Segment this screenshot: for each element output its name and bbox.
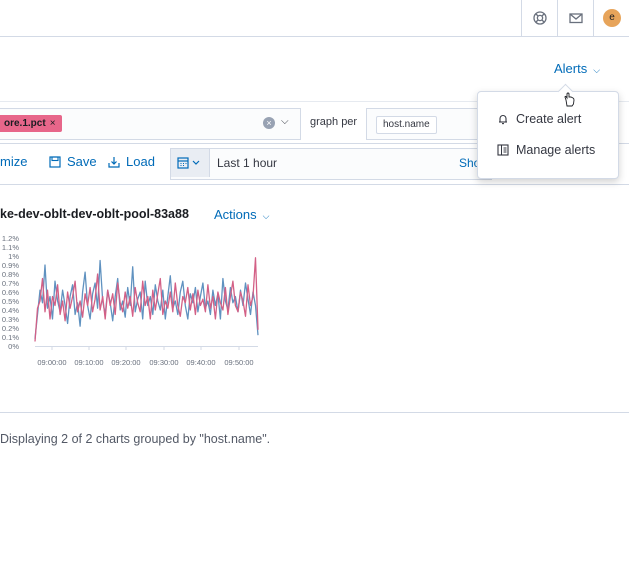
save-label: Save: [67, 154, 97, 169]
save-button[interactable]: Save: [49, 154, 97, 169]
divider: [0, 184, 629, 185]
y-tick-label: 0.9%: [2, 261, 19, 270]
create-alert-item[interactable]: Create alert: [497, 112, 581, 126]
y-tick-label: 0.8%: [2, 270, 19, 279]
y-tick-label: 0.1%: [2, 333, 19, 342]
avatar[interactable]: e: [603, 9, 621, 27]
y-tick-label: 0%: [8, 342, 19, 351]
y-tick-label: 1.2%: [2, 234, 19, 243]
y-tick-label: 0.3%: [2, 315, 19, 324]
help-icon[interactable]: [533, 11, 547, 25]
x-tick-label: 09:10:00: [74, 358, 103, 367]
save-icon: [49, 156, 61, 168]
x-tick-label: 09:30:00: [149, 358, 178, 367]
x-tick-label: 09:40:00: [186, 358, 215, 367]
create-alert-label: Create alert: [516, 112, 582, 126]
y-tick-label: 0.4%: [2, 306, 19, 315]
y-tick-label: 0.2%: [2, 324, 19, 333]
list-icon: [497, 144, 509, 156]
calendar-icon: [177, 157, 200, 169]
chart-count-text: Displaying 2 of 2 charts grouped by "hos…: [0, 432, 271, 446]
alerts-button[interactable]: Alerts ⌵: [554, 61, 600, 76]
actions-label: Actions: [214, 207, 257, 222]
manage-alerts-label: Manage alerts: [516, 143, 596, 157]
y-tick-label: 1.1%: [2, 243, 19, 252]
metric-pill[interactable]: ore.1.pct ×: [0, 115, 62, 132]
actions-button[interactable]: Actions ⌵: [214, 207, 269, 222]
date-range[interactable]: Last 1 hour: [217, 156, 277, 170]
manage-alerts-item[interactable]: Manage alerts: [497, 143, 595, 157]
y-tick-label: 0.6%: [2, 288, 19, 297]
series-line-2: [34, 257, 259, 342]
customize-label: mize: [0, 154, 28, 169]
clear-icon[interactable]: ×: [263, 117, 275, 129]
y-tick-label: 0.7%: [2, 279, 19, 288]
metric-chart[interactable]: 0%0.1%0.2%0.3%0.4%0.5%0.6%0.7%0.8%0.9%1%…: [0, 228, 270, 378]
quick-menu-button[interactable]: [171, 149, 210, 177]
y-tick-label: 1%: [8, 252, 19, 261]
divider: [0, 412, 629, 413]
pointer-cursor-icon: [564, 92, 575, 107]
header-divider: [557, 0, 558, 36]
header-divider: [521, 0, 522, 36]
y-tick-label: 0.5%: [2, 297, 19, 306]
customize-button[interactable]: mize: [0, 154, 27, 169]
metric-pill-label: ore.1.pct: [4, 118, 46, 129]
load-icon: [108, 157, 120, 168]
x-tick-label: 09:20:00: [111, 358, 140, 367]
group-by-chip[interactable]: host.name: [376, 116, 437, 134]
x-tick-label: 09:00:00: [37, 358, 66, 367]
chevron-down-icon[interactable]: ⌵: [281, 116, 289, 127]
remove-metric-icon[interactable]: ×: [50, 118, 56, 129]
bell-icon: [499, 115, 507, 125]
chevron-down-icon: ⌵: [593, 65, 601, 75]
header-divider: [593, 0, 594, 36]
alerts-label: Alerts: [554, 61, 588, 76]
chart-title: ke-dev-oblt-dev-oblt-pool-83a88: [0, 207, 189, 221]
load-button[interactable]: Load: [108, 154, 155, 169]
x-tick-label: 09:50:00: [224, 358, 253, 367]
graph-per-label: graph per: [310, 116, 358, 128]
mail-icon[interactable]: [569, 11, 583, 25]
alerts-menu: [477, 91, 619, 179]
load-label: Load: [126, 154, 155, 169]
chevron-down-icon: ⌵: [262, 211, 270, 221]
